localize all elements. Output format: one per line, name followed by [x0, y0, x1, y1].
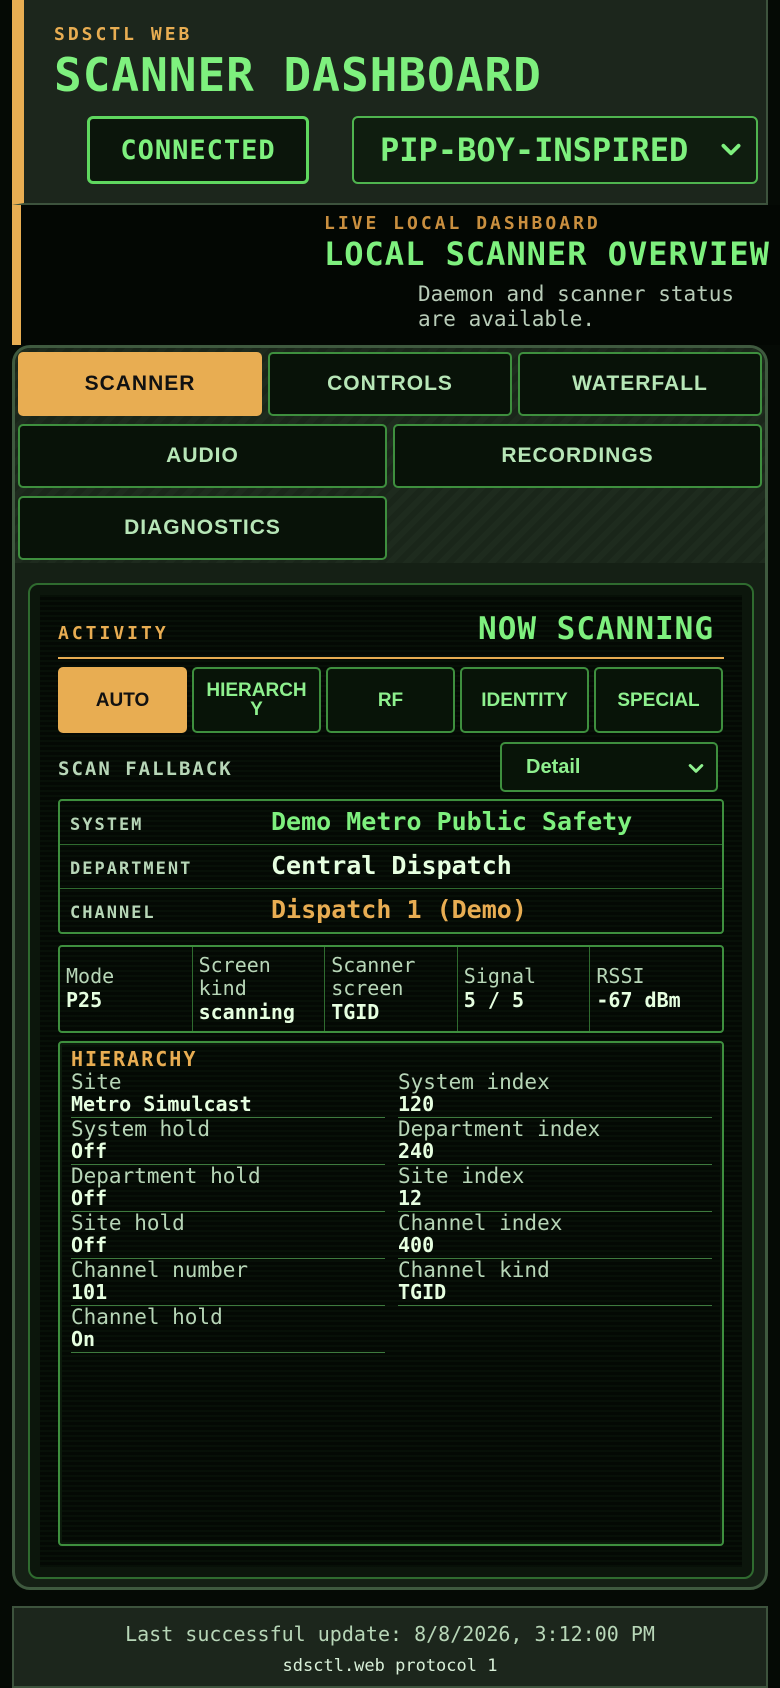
hierarchy-value: TGID — [398, 1280, 447, 1304]
mode-special-button[interactable]: SPECIAL — [594, 667, 723, 733]
metric-value: TGID — [331, 999, 380, 1024]
hierarchy-title: HIERARCHY — [71, 1047, 198, 1071]
activity-status: NOW SCANNING — [478, 611, 714, 647]
scan-fallback-label: SCAN FALLBACK — [58, 758, 233, 780]
metric-value: P25 — [66, 988, 103, 1012]
scanner-content: ACTIVITY NOW SCANNING AUTO HIERARCH Y RF… — [28, 583, 754, 1579]
hierarchy-key: System hold — [71, 1117, 211, 1141]
info-row-department: DEPARTMENT Central Dispatch — [60, 845, 722, 889]
hierarchy-item: Department index 240 — [398, 1118, 712, 1165]
hierarchy-key: Channel hold — [71, 1305, 223, 1329]
hierarchy-key: Department hold — [71, 1164, 261, 1188]
tab-controls[interactable]: CONTROLS — [268, 352, 512, 416]
tab-diagnostics[interactable]: DIAGNOSTICS — [18, 496, 387, 560]
hierarchy-key: Site hold — [71, 1211, 185, 1235]
hero-section: LIVE LOCAL DASHBOARD LOCAL SCANNER OVERV… — [12, 205, 780, 345]
protocol-text: sdsctl.web protocol 1 — [282, 1656, 498, 1676]
hierarchy-value: 240 — [398, 1139, 435, 1163]
scanner-panel: SCANNER CONTROLS WATERFALL AUDIO RECORDI… — [12, 345, 768, 1590]
app-header: SDSCTL WEB SCANNER DASHBOARD CONNECTED P… — [12, 0, 768, 205]
tab-audio[interactable]: AUDIO — [18, 424, 387, 488]
metric-rssi: RSSI -67 dBm — [590, 947, 722, 1031]
metric-key: Screen kind — [198, 952, 271, 1000]
hierarchy-item: Channel index 400 — [398, 1212, 712, 1259]
hierarchy-value: On — [71, 1327, 96, 1351]
info-key: CHANNEL — [70, 903, 156, 923]
hierarchy-key: Department index — [398, 1117, 601, 1141]
brand-label: SDSCTL WEB — [54, 24, 193, 45]
metric-value: -67 dBm — [596, 988, 681, 1012]
hierarchy-item: System index 120 — [398, 1071, 712, 1118]
hierarchy-key: Channel index — [398, 1211, 563, 1235]
hierarchy-left-column: Site Metro Simulcast System hold Off Depar… — [71, 1071, 385, 1353]
mode-hierarchy-button[interactable]: HIERARCH Y — [192, 667, 321, 733]
chevron-down-icon — [721, 143, 741, 156]
hierarchy-value: 120 — [398, 1092, 435, 1116]
hierarchy-item: Site index 12 — [398, 1165, 712, 1212]
metric-key: Scanner screen — [331, 952, 416, 1000]
metrics-strip: Mode P25 Screen kind scanning Scanner sc… — [58, 945, 724, 1033]
metric-screen-kind: Screen kind scanning — [193, 947, 326, 1031]
hierarchy-value: 400 — [398, 1233, 435, 1257]
hero-subtitle: Daemon and scanner status are available. — [418, 282, 735, 331]
info-key: SYSTEM — [70, 815, 144, 835]
metric-key: Mode — [66, 964, 115, 988]
activity-card: ACTIVITY NOW SCANNING AUTO HIERARCH Y RF… — [40, 595, 742, 1567]
hierarchy-key: Channel kind — [398, 1258, 550, 1282]
metric-signal: Signal 5 / 5 — [458, 947, 591, 1031]
hierarchy-key: Site index — [398, 1164, 525, 1188]
hierarchy-item: Channel number 101 — [71, 1259, 385, 1306]
hierarchy-value: Off — [71, 1186, 108, 1210]
hierarchy-right-column: System index 120 Department index 240 Site… — [398, 1071, 712, 1306]
hierarchy-key: System index — [398, 1070, 550, 1094]
hierarchy-item: Department hold Off — [71, 1165, 385, 1212]
theme-select-value: PIP-BOY-INSPIRED — [380, 131, 689, 169]
info-value: Demo Metro Public Safety — [271, 807, 633, 836]
hero-kicker: LIVE LOCAL DASHBOARD — [324, 213, 601, 234]
hierarchy-value: 12 — [398, 1186, 423, 1210]
info-key: DEPARTMENT — [70, 859, 193, 879]
hierarchy-panel: HIERARCHY Site Metro Simulcast System hol… — [58, 1041, 724, 1546]
mode-auto-button[interactable]: AUTO — [58, 667, 187, 733]
channel-info-table: SYSTEM Demo Metro Public Safety DEPARTME… — [58, 799, 724, 934]
metric-scanner-screen: Scanner screen TGID — [325, 947, 458, 1031]
hierarchy-key: Channel number — [71, 1258, 249, 1282]
page-title: SCANNER DASHBOARD — [54, 48, 542, 102]
hero-title: LOCAL SCANNER OVERVIEW — [324, 235, 770, 273]
metric-value: 5 / 5 — [463, 988, 524, 1012]
app-footer: Last successful update: 8/8/2026, 3:12:0… — [12, 1606, 768, 1688]
scan-fallback-value: Detail — [526, 755, 581, 778]
info-value: Central Dispatch — [271, 851, 512, 880]
hierarchy-value: Metro Simulcast — [71, 1092, 252, 1116]
hierarchy-item: System hold Off — [71, 1118, 385, 1165]
activity-label: ACTIVITY — [58, 623, 169, 644]
metric-key: RSSI — [596, 964, 645, 988]
hierarchy-value: 101 — [71, 1280, 108, 1304]
tab-waterfall[interactable]: WATERFALL — [518, 352, 762, 416]
theme-select[interactable]: PIP-BOY-INSPIRED — [352, 116, 758, 184]
hierarchy-item: Site Metro Simulcast — [71, 1071, 385, 1118]
hierarchy-item: Channel kind TGID — [398, 1259, 712, 1306]
connection-status-badge: CONNECTED — [87, 116, 309, 184]
hierarchy-item: Site hold Off — [71, 1212, 385, 1259]
info-row-system: SYSTEM Demo Metro Public Safety — [60, 801, 722, 845]
tab-bar: SCANNER CONTROLS WATERFALL AUDIO RECORDI… — [15, 348, 765, 563]
mode-rf-button[interactable]: RF — [326, 667, 455, 733]
activity-divider — [58, 657, 724, 659]
hierarchy-value: Off — [71, 1139, 108, 1163]
info-row-channel: CHANNEL Dispatch 1 (Demo) — [60, 889, 722, 933]
tab-recordings[interactable]: RECORDINGS — [393, 424, 762, 488]
hierarchy-value: Off — [71, 1233, 108, 1257]
metric-mode: Mode P25 — [60, 947, 193, 1031]
chevron-down-icon — [688, 764, 704, 773]
metric-value: scanning — [198, 999, 295, 1024]
hierarchy-item: Channel hold On — [71, 1306, 385, 1353]
tab-scanner[interactable]: SCANNER — [18, 352, 262, 416]
mode-identity-button[interactable]: IDENTITY — [460, 667, 589, 733]
info-value: Dispatch 1 (Demo) — [271, 895, 527, 924]
scan-fallback-select[interactable]: Detail — [500, 742, 718, 792]
last-update-text: Last successful update: 8/8/2026, 3:12:0… — [125, 1622, 655, 1646]
metric-key: Signal — [463, 964, 537, 988]
hierarchy-key: Site — [71, 1070, 122, 1094]
